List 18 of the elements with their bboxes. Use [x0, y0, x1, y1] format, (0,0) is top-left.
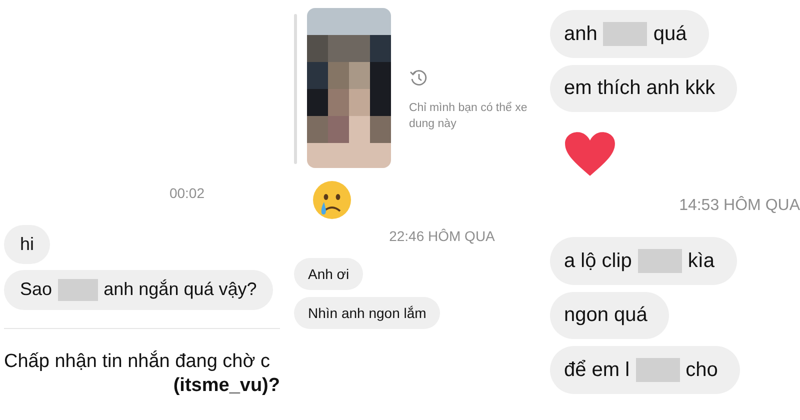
- message-bubble: hi: [4, 225, 50, 264]
- message-bubble: ngon quá: [550, 292, 670, 339]
- timestamp: 22:46 HÔM QUA: [389, 228, 495, 244]
- crying-face-icon: [312, 180, 352, 220]
- message-bubble: Anh ơi: [294, 258, 364, 290]
- username: (itsme_vu)?: [173, 374, 280, 397]
- message-bubble: a lộ clip kìa: [550, 237, 736, 285]
- timestamp: 00:02: [169, 185, 205, 201]
- message-bubble: Sao anh ngắn quá vậy?: [4, 270, 273, 310]
- message-bubble: Nhìn anh ngon lắm: [294, 297, 440, 329]
- message-bubble: để em l cho: [550, 346, 740, 394]
- message-bubble: em thích anh kkk: [550, 65, 738, 112]
- heart-icon: [564, 131, 616, 177]
- history-icon: [409, 68, 429, 88]
- request-prompt: Chấp nhận tin nhắn đang chờ c: [4, 350, 271, 373]
- notice-text: Chỉ mình bạn có thể xe dung này: [409, 100, 528, 132]
- message-bubble: anh quá: [550, 10, 709, 58]
- timestamp: 14:53 HÔM QUA: [679, 197, 800, 215]
